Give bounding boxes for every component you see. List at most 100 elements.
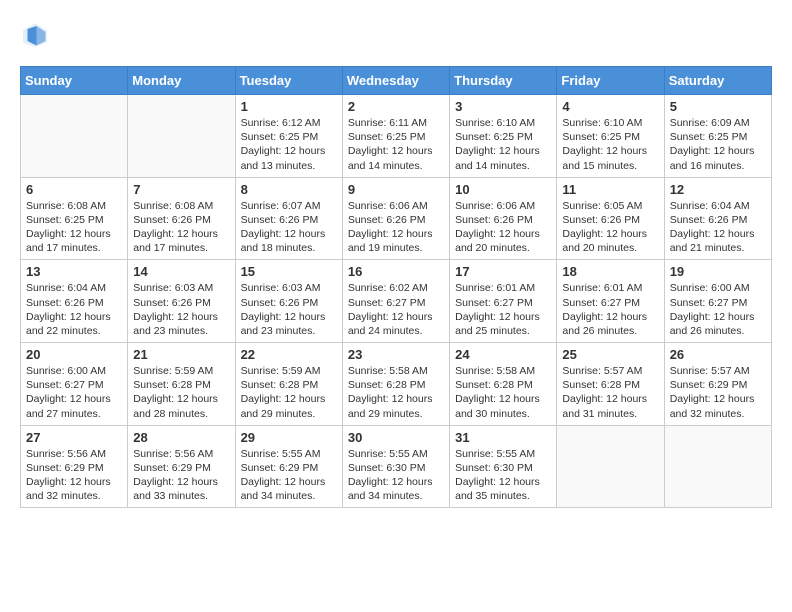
- calendar-cell: 30 Sunrise: 5:55 AMSunset: 6:30 PMDayligh…: [342, 425, 449, 508]
- calendar-cell: [557, 425, 664, 508]
- day-number: 6: [26, 182, 122, 197]
- calendar-cell: 27 Sunrise: 5:56 AMSunset: 6:29 PMDayligh…: [21, 425, 128, 508]
- calendar-cell: 15 Sunrise: 6:03 AMSunset: 6:26 PMDayligh…: [235, 260, 342, 343]
- day-number: 30: [348, 430, 444, 445]
- day-number: 17: [455, 264, 551, 279]
- day-info: Sunrise: 6:12 AMSunset: 6:25 PMDaylight:…: [241, 116, 337, 173]
- calendar-week-row: 6 Sunrise: 6:08 AMSunset: 6:25 PMDaylight…: [21, 177, 772, 260]
- day-info: Sunrise: 6:04 AMSunset: 6:26 PMDaylight:…: [670, 199, 766, 256]
- day-info: Sunrise: 6:00 AMSunset: 6:27 PMDaylight:…: [670, 281, 766, 338]
- calendar-cell: 17 Sunrise: 6:01 AMSunset: 6:27 PMDayligh…: [450, 260, 557, 343]
- day-info: Sunrise: 5:55 AMSunset: 6:30 PMDaylight:…: [348, 447, 444, 504]
- calendar-cell: [21, 95, 128, 178]
- calendar-cell: 13 Sunrise: 6:04 AMSunset: 6:26 PMDayligh…: [21, 260, 128, 343]
- day-number: 4: [562, 99, 658, 114]
- day-number: 3: [455, 99, 551, 114]
- day-info: Sunrise: 6:01 AMSunset: 6:27 PMDaylight:…: [562, 281, 658, 338]
- weekday-header: Friday: [557, 67, 664, 95]
- day-number: 18: [562, 264, 658, 279]
- day-number: 19: [670, 264, 766, 279]
- day-info: Sunrise: 6:00 AMSunset: 6:27 PMDaylight:…: [26, 364, 122, 421]
- weekday-header-row: SundayMondayTuesdayWednesdayThursdayFrid…: [21, 67, 772, 95]
- day-number: 15: [241, 264, 337, 279]
- day-number: 25: [562, 347, 658, 362]
- calendar-cell: 26 Sunrise: 5:57 AMSunset: 6:29 PMDayligh…: [664, 343, 771, 426]
- day-number: 14: [133, 264, 229, 279]
- day-number: 21: [133, 347, 229, 362]
- weekday-header: Sunday: [21, 67, 128, 95]
- day-info: Sunrise: 5:56 AMSunset: 6:29 PMDaylight:…: [26, 447, 122, 504]
- day-number: 8: [241, 182, 337, 197]
- calendar-cell: 4 Sunrise: 6:10 AMSunset: 6:25 PMDaylight…: [557, 95, 664, 178]
- day-info: Sunrise: 6:08 AMSunset: 6:25 PMDaylight:…: [26, 199, 122, 256]
- day-number: 23: [348, 347, 444, 362]
- calendar-cell: 22 Sunrise: 5:59 AMSunset: 6:28 PMDayligh…: [235, 343, 342, 426]
- weekday-header: Tuesday: [235, 67, 342, 95]
- calendar-cell: 23 Sunrise: 5:58 AMSunset: 6:28 PMDayligh…: [342, 343, 449, 426]
- day-number: 7: [133, 182, 229, 197]
- calendar-cell: [128, 95, 235, 178]
- calendar-cell: 28Sunrise: 5:56 AMSunset: 6:29 PMDayligh…: [128, 425, 235, 508]
- calendar-week-row: 20 Sunrise: 6:00 AMSunset: 6:27 PMDayligh…: [21, 343, 772, 426]
- calendar-cell: 25 Sunrise: 5:57 AMSunset: 6:28 PMDayligh…: [557, 343, 664, 426]
- day-info: Sunrise: 5:58 AMSunset: 6:28 PMDaylight:…: [348, 364, 444, 421]
- day-number: 10: [455, 182, 551, 197]
- day-number: 31: [455, 430, 551, 445]
- day-info: Sunrise: 6:03 AMSunset: 6:26 PMDaylight:…: [133, 281, 229, 338]
- calendar-cell: 11 Sunrise: 6:05 AMSunset: 6:26 PMDayligh…: [557, 177, 664, 260]
- calendar-cell: 8Sunrise: 6:07 AMSunset: 6:26 PMDaylight…: [235, 177, 342, 260]
- day-number: 1: [241, 99, 337, 114]
- day-info: Sunrise: 6:08 AMSunset: 6:26 PMDaylight:…: [133, 199, 229, 256]
- weekday-header: Monday: [128, 67, 235, 95]
- day-info: Sunrise: 5:57 AMSunset: 6:29 PMDaylight:…: [670, 364, 766, 421]
- calendar-cell: 16Sunrise: 6:02 AMSunset: 6:27 PMDayligh…: [342, 260, 449, 343]
- day-number: 26: [670, 347, 766, 362]
- day-number: 9: [348, 182, 444, 197]
- calendar-cell: 2Sunrise: 6:11 AMSunset: 6:25 PMDaylight…: [342, 95, 449, 178]
- day-number: 20: [26, 347, 122, 362]
- calendar-cell: 10 Sunrise: 6:06 AMSunset: 6:26 PMDayligh…: [450, 177, 557, 260]
- day-info: Sunrise: 6:01 AMSunset: 6:27 PMDaylight:…: [455, 281, 551, 338]
- day-info: Sunrise: 5:58 AMSunset: 6:28 PMDaylight:…: [455, 364, 551, 421]
- calendar-cell: 5Sunrise: 6:09 AMSunset: 6:25 PMDaylight…: [664, 95, 771, 178]
- calendar-cell: 21 Sunrise: 5:59 AMSunset: 6:28 PMDayligh…: [128, 343, 235, 426]
- day-info: Sunrise: 5:57 AMSunset: 6:28 PMDaylight:…: [562, 364, 658, 421]
- day-info: Sunrise: 6:04 AMSunset: 6:26 PMDaylight:…: [26, 281, 122, 338]
- day-info: Sunrise: 5:59 AMSunset: 6:28 PMDaylight:…: [133, 364, 229, 421]
- calendar-cell: 12Sunrise: 6:04 AMSunset: 6:26 PMDayligh…: [664, 177, 771, 260]
- day-info: Sunrise: 6:11 AMSunset: 6:25 PMDaylight:…: [348, 116, 444, 173]
- day-number: 22: [241, 347, 337, 362]
- calendar-cell: 19 Sunrise: 6:00 AMSunset: 6:27 PMDayligh…: [664, 260, 771, 343]
- day-number: 11: [562, 182, 658, 197]
- calendar-cell: 18 Sunrise: 6:01 AMSunset: 6:27 PMDayligh…: [557, 260, 664, 343]
- day-info: Sunrise: 5:55 AMSunset: 6:30 PMDaylight:…: [455, 447, 551, 504]
- day-info: Sunrise: 5:55 AMSunset: 6:29 PMDaylight:…: [241, 447, 337, 504]
- day-info: Sunrise: 6:06 AMSunset: 6:26 PMDaylight:…: [455, 199, 551, 256]
- day-number: 13: [26, 264, 122, 279]
- day-info: Sunrise: 6:02 AMSunset: 6:27 PMDaylight:…: [348, 281, 444, 338]
- day-number: 29: [241, 430, 337, 445]
- logo: [20, 20, 56, 50]
- calendar-cell: 6 Sunrise: 6:08 AMSunset: 6:25 PMDaylight…: [21, 177, 128, 260]
- day-info: Sunrise: 6:10 AMSunset: 6:25 PMDaylight:…: [455, 116, 551, 173]
- page-header: [20, 20, 772, 50]
- calendar-cell: 20 Sunrise: 6:00 AMSunset: 6:27 PMDayligh…: [21, 343, 128, 426]
- day-number: 24: [455, 347, 551, 362]
- calendar-week-row: 27 Sunrise: 5:56 AMSunset: 6:29 PMDayligh…: [21, 425, 772, 508]
- day-info: Sunrise: 6:10 AMSunset: 6:25 PMDaylight:…: [562, 116, 658, 173]
- calendar-cell: 3 Sunrise: 6:10 AMSunset: 6:25 PMDaylight…: [450, 95, 557, 178]
- calendar-cell: 7 Sunrise: 6:08 AMSunset: 6:26 PMDaylight…: [128, 177, 235, 260]
- calendar-week-row: 1 Sunrise: 6:12 AMSunset: 6:25 PMDaylight…: [21, 95, 772, 178]
- calendar-cell: [664, 425, 771, 508]
- calendar-cell: 9 Sunrise: 6:06 AMSunset: 6:26 PMDaylight…: [342, 177, 449, 260]
- day-info: Sunrise: 5:59 AMSunset: 6:28 PMDaylight:…: [241, 364, 337, 421]
- day-info: Sunrise: 6:06 AMSunset: 6:26 PMDaylight:…: [348, 199, 444, 256]
- day-info: Sunrise: 6:05 AMSunset: 6:26 PMDaylight:…: [562, 199, 658, 256]
- day-info: Sunrise: 6:09 AMSunset: 6:25 PMDaylight:…: [670, 116, 766, 173]
- calendar-cell: 1 Sunrise: 6:12 AMSunset: 6:25 PMDaylight…: [235, 95, 342, 178]
- calendar-table: SundayMondayTuesdayWednesdayThursdayFrid…: [20, 66, 772, 508]
- calendar-cell: 29 Sunrise: 5:55 AMSunset: 6:29 PMDayligh…: [235, 425, 342, 508]
- day-info: Sunrise: 6:03 AMSunset: 6:26 PMDaylight:…: [241, 281, 337, 338]
- calendar-cell: 31 Sunrise: 5:55 AMSunset: 6:30 PMDayligh…: [450, 425, 557, 508]
- day-number: 27: [26, 430, 122, 445]
